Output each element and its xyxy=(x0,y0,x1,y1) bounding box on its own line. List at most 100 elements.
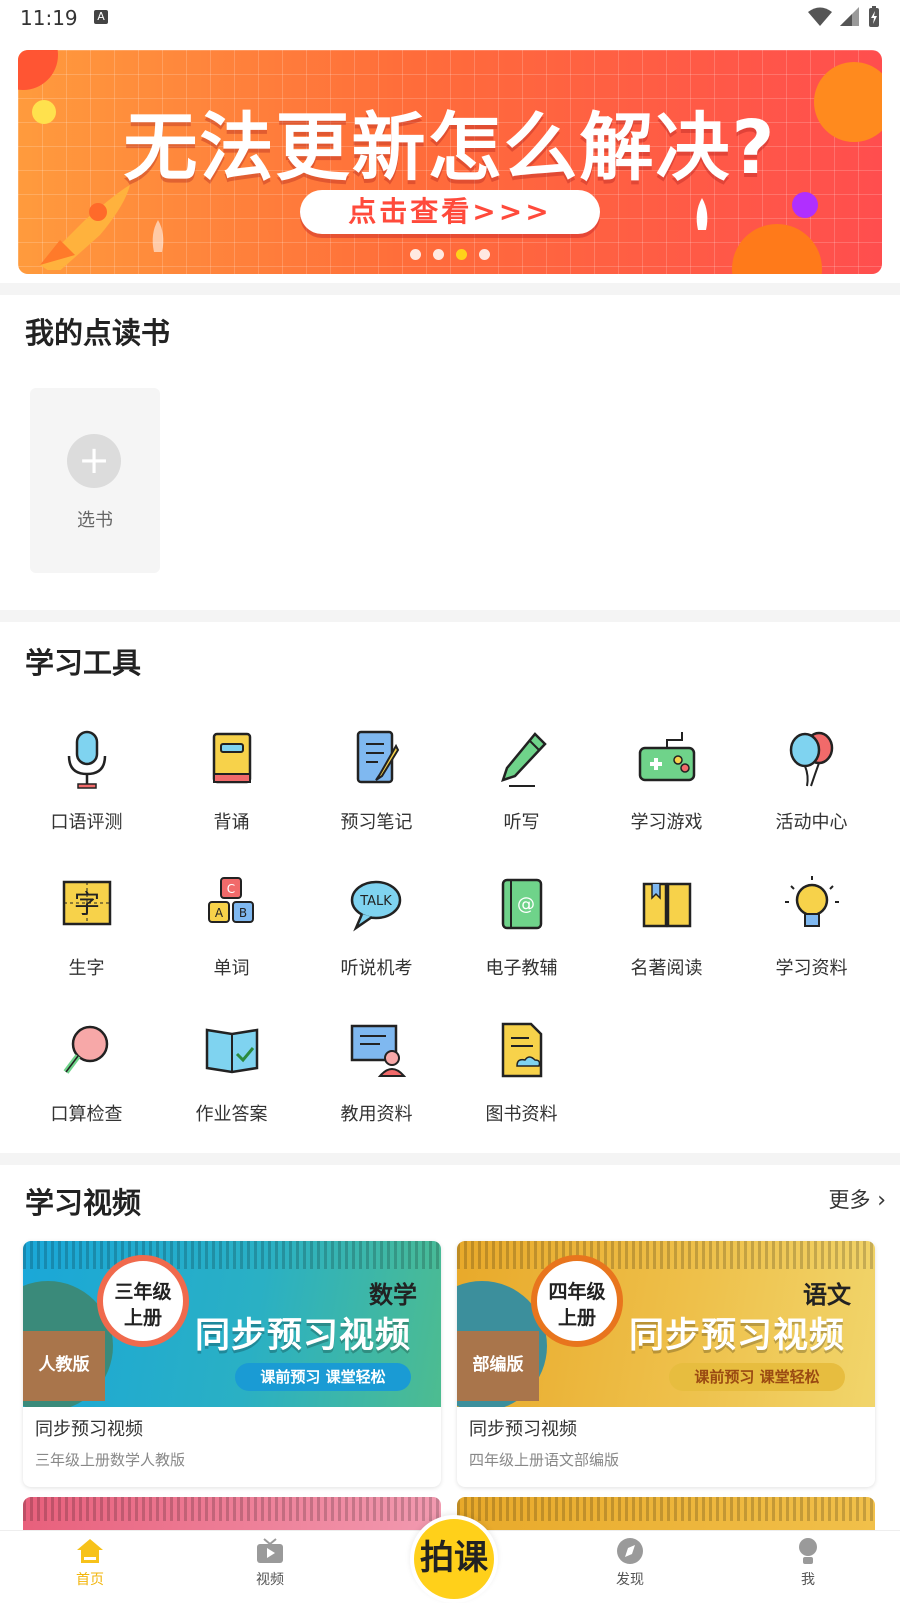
tool-label: 口语评测 xyxy=(50,812,123,833)
grade-line1: 四年级 xyxy=(548,1281,606,1303)
video-subtitle: 三年级上册数学人教版 xyxy=(35,1451,186,1469)
subject-label: 语文 xyxy=(803,1281,851,1309)
tool-label: 活动中心 xyxy=(775,812,848,833)
banner-dot[interactable] xyxy=(410,249,421,260)
tool-label: 学习资料 xyxy=(775,958,848,979)
nav-home[interactable]: 首页 xyxy=(30,1537,150,1589)
slogan-pill: 课前预习 课堂轻松 xyxy=(235,1363,411,1391)
tool-label: 电子教辅 xyxy=(485,958,558,979)
answer-book-icon xyxy=(205,1028,259,1074)
tool-teaching-materials[interactable]: 教用资料 xyxy=(304,1018,449,1138)
nav-label: 首页 xyxy=(76,1572,104,1588)
nav-me[interactable]: 我 xyxy=(748,1537,868,1589)
tool-label: 背诵 xyxy=(213,812,250,833)
nav-video[interactable]: 视频 xyxy=(210,1537,330,1589)
banner-pagination xyxy=(18,249,882,260)
tool-new-characters[interactable]: 字 生字 xyxy=(14,872,159,992)
tool-book-materials[interactable]: 图书资料 xyxy=(449,1018,594,1138)
video-title: 同步预习视频 xyxy=(35,1419,143,1440)
thumbnail-stripes xyxy=(23,1497,441,1521)
tool-listening-speaking-exam[interactable]: TALK 听说机考 xyxy=(304,872,449,992)
gamepad-icon xyxy=(638,732,696,782)
videos-title: 学习视频 xyxy=(25,1186,142,1220)
notification-icon: A xyxy=(94,10,108,24)
lightbulb-icon xyxy=(785,876,839,927)
pencil-icon xyxy=(501,732,547,787)
thumbnail-stripes xyxy=(457,1241,875,1269)
snap-course-button[interactable]: 拍课 xyxy=(410,1515,498,1603)
thumbnail-stripes xyxy=(23,1241,441,1269)
tool-label: 教用资料 xyxy=(340,1104,413,1125)
nav-discover[interactable]: 发现 xyxy=(570,1537,690,1589)
tool-oral-assessment[interactable]: 口语评测 xyxy=(14,726,159,846)
svg-text:A: A xyxy=(215,906,224,920)
subject-label: 数学 xyxy=(369,1281,417,1309)
banner-dot[interactable] xyxy=(479,249,490,260)
add-book-button[interactable]: + 选书 xyxy=(30,388,160,573)
more-label: 更多 xyxy=(828,1188,871,1212)
small-rocket-icon xyxy=(696,198,708,230)
video-thumbnail: 部编版 四年级 上册 语文 同步预习视频 课前预习 课堂轻松 xyxy=(457,1241,875,1407)
tool-label: 听写 xyxy=(503,812,540,833)
svg-text:TALK: TALK xyxy=(359,894,392,909)
banner-headline: 无法更新怎么解决? xyxy=(123,105,777,191)
status-indicators xyxy=(808,6,880,28)
section-divider xyxy=(0,1153,900,1165)
tool-e-tutoring[interactable]: @ 电子教辅 xyxy=(449,872,594,992)
more-videos-link[interactable]: 更多 › xyxy=(829,1184,887,1214)
tool-learning-games[interactable]: 学习游戏 xyxy=(594,726,739,846)
nav-label: 视频 xyxy=(256,1572,284,1588)
home-icon xyxy=(77,1539,103,1563)
balloons-icon xyxy=(789,731,834,787)
section-divider xyxy=(0,610,900,622)
add-book-label: 选书 xyxy=(77,510,113,531)
tool-classics-reading[interactable]: 名著阅读 xyxy=(594,872,739,992)
grade-badge: 四年级 上册 xyxy=(531,1255,623,1347)
tool-label: 预习笔记 xyxy=(340,812,413,833)
teacher-board-icon xyxy=(350,1024,407,1077)
banner-decor-circle xyxy=(792,192,818,218)
bottom-navigation: 首页 视频 拍课 发现 我 xyxy=(0,1515,900,1603)
tool-recite[interactable]: 背诵 xyxy=(159,726,304,846)
svg-text:字: 字 xyxy=(74,890,100,920)
status-bar: 11:19 A xyxy=(0,0,900,36)
banner-dot-active[interactable] xyxy=(456,249,467,260)
edition-badge: 人教版 xyxy=(23,1331,105,1401)
notebook-pencil-icon xyxy=(356,730,400,784)
nav-label: 我 xyxy=(801,1572,815,1588)
talk-bubble-icon: TALK xyxy=(350,880,402,932)
open-book-icon xyxy=(642,882,692,928)
ebook-icon: @ xyxy=(501,878,543,930)
document-cloud-icon xyxy=(501,1022,543,1078)
status-time: 11:19 xyxy=(20,6,78,30)
tool-preview-notes[interactable]: 预习笔记 xyxy=(304,726,449,846)
banner-cta-button[interactable]: 点击查看>>> xyxy=(300,190,600,234)
tv-icon xyxy=(257,1538,283,1563)
grade-badge: 三年级 上册 xyxy=(97,1255,189,1347)
nav-label: 发现 xyxy=(616,1572,644,1588)
magnifier-icon xyxy=(63,1025,109,1074)
banner-dot[interactable] xyxy=(433,249,444,260)
plus-icon: + xyxy=(67,434,121,488)
promo-banner[interactable]: 无法更新怎么解决? 点击查看>>> xyxy=(18,50,882,274)
wifi-icon xyxy=(808,7,832,26)
tool-label: 作业答案 xyxy=(195,1104,268,1125)
tool-words[interactable]: C A B 单词 xyxy=(159,872,304,992)
tool-activity-center[interactable]: 活动中心 xyxy=(739,726,884,846)
video-card[interactable]: 部编版 四年级 上册 语文 同步预习视频 课前预习 课堂轻松 同步预习视频 四年… xyxy=(457,1241,875,1487)
character-card-icon: 字 xyxy=(62,880,112,926)
video-title: 同步预习视频 xyxy=(469,1419,577,1440)
my-books-title: 我的点读书 xyxy=(25,316,171,350)
svg-text:B: B xyxy=(239,906,247,920)
tool-homework-answers[interactable]: 作业答案 xyxy=(159,1018,304,1138)
tool-dictation[interactable]: 听写 xyxy=(449,726,594,846)
tool-study-materials[interactable]: 学习资料 xyxy=(739,872,884,992)
section-divider xyxy=(0,283,900,295)
video-headline: 同步预习视频 xyxy=(195,1316,412,1356)
abc-blocks-icon: C A B xyxy=(208,877,254,923)
video-card[interactable]: 人教版 三年级 上册 数学 同步预习视频 课前预习 课堂轻松 同步预习视频 三年… xyxy=(23,1241,441,1487)
tool-label: 图书资料 xyxy=(485,1104,558,1125)
battery-icon xyxy=(869,6,879,27)
tool-label: 学习游戏 xyxy=(630,812,703,833)
tool-mental-math-check[interactable]: 口算检查 xyxy=(14,1018,159,1138)
